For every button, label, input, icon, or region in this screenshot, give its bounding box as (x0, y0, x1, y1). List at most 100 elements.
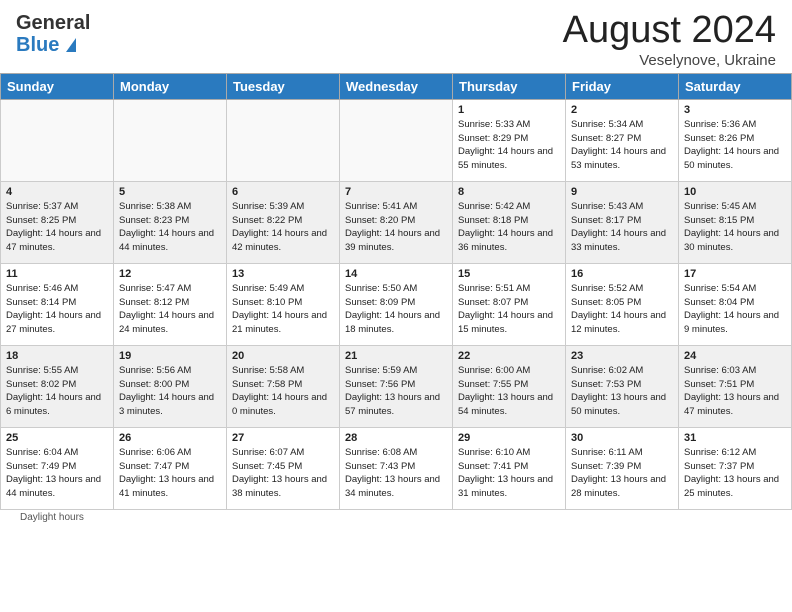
day-info: Sunrise: 5:54 AM Sunset: 8:04 PM Dayligh… (684, 282, 786, 337)
table-row: 11 Sunrise: 5:46 AM Sunset: 8:14 PM Dayli… (1, 263, 114, 345)
table-row: 21Sunrise: 5:59 AM Sunset: 7:56 PM Dayli… (340, 345, 453, 427)
day-info: Sunrise: 5:51 AM Sunset: 8:07 PM Dayligh… (458, 282, 560, 337)
day-info: Sunrise: 6:12 AM Sunset: 7:37 PM Dayligh… (684, 446, 786, 501)
day-number: 15 (458, 268, 560, 280)
table-row: 16 Sunrise: 5:52 AM Sunset: 8:05 PM Dayli… (566, 263, 679, 345)
calendar-table: Sunday Monday Tuesday Wednesday Thursday… (0, 73, 792, 510)
day-info: Sunrise: 6:02 AM Sunset: 7:53 PM Dayligh… (571, 364, 673, 419)
day-number: 29 (458, 432, 560, 444)
day-number: 9 (571, 186, 673, 198)
day-info: Sunrise: 6:07 AM Sunset: 7:45 PM Dayligh… (232, 446, 334, 501)
calendar-week-row: 4Sunrise: 5:37 AM Sunset: 8:25 PM Daylig… (1, 181, 792, 263)
page-header: General Blue August 2024 Veselynove, Ukr… (0, 0, 792, 73)
logo-general: General (16, 12, 90, 34)
day-info: Sunrise: 5:56 AM Sunset: 8:00 PM Dayligh… (119, 364, 221, 419)
table-row: 31 Sunrise: 6:12 AM Sunset: 7:37 PM Dayli… (679, 427, 792, 509)
day-number: 10 (684, 186, 786, 198)
table-row: 18 Sunrise: 5:55 AM Sunset: 8:02 PM Dayli… (1, 345, 114, 427)
footer: Daylight hours (0, 510, 792, 525)
day-number: 16 (571, 268, 673, 280)
table-row: 6Sunrise: 5:39 AM Sunset: 8:22 PM Daylig… (227, 181, 340, 263)
day-number: 19 (119, 350, 221, 362)
table-row (114, 99, 227, 181)
table-row: 14 Sunrise: 5:50 AM Sunset: 8:09 PM Dayli… (340, 263, 453, 345)
header-monday: Monday (114, 73, 227, 99)
table-row: 27 Sunrise: 6:07 AM Sunset: 7:45 PM Dayli… (227, 427, 340, 509)
day-number: 11 (6, 268, 108, 280)
table-row: 30 Sunrise: 6:11 AM Sunset: 7:39 PM Dayli… (566, 427, 679, 509)
day-info: Sunrise: 5:45 AM Sunset: 8:15 PM Dayligh… (684, 200, 786, 255)
day-number: 23 (571, 350, 673, 362)
day-number: 1 (458, 104, 560, 116)
day-info: Sunrise: 5:46 AM Sunset: 8:14 PM Dayligh… (6, 282, 108, 337)
header-saturday: Saturday (679, 73, 792, 99)
day-number: 4 (6, 186, 108, 198)
table-row (340, 99, 453, 181)
day-number: 14 (345, 268, 447, 280)
calendar-header-row: Sunday Monday Tuesday Wednesday Thursday… (1, 73, 792, 99)
day-info: Sunrise: 5:47 AM Sunset: 8:12 PM Dayligh… (119, 282, 221, 337)
day-info: Sunrise: 5:41 AM Sunset: 8:20 PM Dayligh… (345, 200, 447, 255)
day-info: Sunrise: 5:34 AM Sunset: 8:27 PM Dayligh… (571, 118, 673, 173)
logo: General Blue (16, 10, 90, 56)
day-number: 7 (345, 186, 447, 198)
day-info: Sunrise: 5:36 AM Sunset: 8:26 PM Dayligh… (684, 118, 786, 173)
day-number: 12 (119, 268, 221, 280)
header-sunday: Sunday (1, 73, 114, 99)
header-friday: Friday (566, 73, 679, 99)
header-wednesday: Wednesday (340, 73, 453, 99)
day-info: Sunrise: 5:39 AM Sunset: 8:22 PM Dayligh… (232, 200, 334, 255)
day-number: 25 (6, 432, 108, 444)
calendar-week-row: 18 Sunrise: 5:55 AM Sunset: 8:02 PM Dayli… (1, 345, 792, 427)
calendar-week-row: 11 Sunrise: 5:46 AM Sunset: 8:14 PM Dayli… (1, 263, 792, 345)
day-info: Sunrise: 5:42 AM Sunset: 8:18 PM Dayligh… (458, 200, 560, 255)
day-info: Sunrise: 6:04 AM Sunset: 7:49 PM Dayligh… (6, 446, 108, 501)
day-number: 30 (571, 432, 673, 444)
calendar-week-row: 25 Sunrise: 6:04 AM Sunset: 7:49 PM Dayli… (1, 427, 792, 509)
day-number: 2 (571, 104, 673, 116)
table-row: 25 Sunrise: 6:04 AM Sunset: 7:49 PM Dayli… (1, 427, 114, 509)
table-row: 12 Sunrise: 5:47 AM Sunset: 8:12 PM Dayli… (114, 263, 227, 345)
table-row: 23 Sunrise: 6:02 AM Sunset: 7:53 PM Dayli… (566, 345, 679, 427)
day-number: 22 (458, 350, 560, 362)
table-row: 28Sunrise: 6:08 AM Sunset: 7:43 PM Dayli… (340, 427, 453, 509)
day-info: Sunrise: 6:03 AM Sunset: 7:51 PM Dayligh… (684, 364, 786, 419)
table-row: 19 Sunrise: 5:56 AM Sunset: 8:00 PM Dayli… (114, 345, 227, 427)
table-row: 29 Sunrise: 6:10 AM Sunset: 7:41 PM Dayli… (453, 427, 566, 509)
header-thursday: Thursday (453, 73, 566, 99)
day-number: 8 (458, 186, 560, 198)
day-info: Sunrise: 5:58 AM Sunset: 7:58 PM Dayligh… (232, 364, 334, 419)
day-number: 27 (232, 432, 334, 444)
day-number: 24 (684, 350, 786, 362)
month-title: August 2024 (563, 10, 776, 52)
day-info: Sunrise: 5:33 AM Sunset: 8:29 PM Dayligh… (458, 118, 560, 173)
day-info: Sunrise: 5:38 AM Sunset: 8:23 PM Dayligh… (119, 200, 221, 255)
day-number: 18 (6, 350, 108, 362)
table-row: 1 Sunrise: 5:33 AM Sunset: 8:29 PM Daylig… (453, 99, 566, 181)
day-number: 31 (684, 432, 786, 444)
day-info: Sunrise: 6:11 AM Sunset: 7:39 PM Dayligh… (571, 446, 673, 501)
table-row: 5 Sunrise: 5:38 AM Sunset: 8:23 PM Daylig… (114, 181, 227, 263)
day-number: 5 (119, 186, 221, 198)
day-info: Sunrise: 5:52 AM Sunset: 8:05 PM Dayligh… (571, 282, 673, 337)
logo-blue: Blue (16, 34, 90, 56)
day-number: 13 (232, 268, 334, 280)
table-row (227, 99, 340, 181)
table-row: 24 Sunrise: 6:03 AM Sunset: 7:51 PM Dayli… (679, 345, 792, 427)
day-info: Sunrise: 6:06 AM Sunset: 7:47 PM Dayligh… (119, 446, 221, 501)
day-info: Sunrise: 5:59 AM Sunset: 7:56 PM Dayligh… (345, 364, 447, 419)
day-number: 26 (119, 432, 221, 444)
table-row: 17Sunrise: 5:54 AM Sunset: 8:04 PM Dayli… (679, 263, 792, 345)
logo-triangle-icon (66, 38, 76, 52)
day-info: Sunrise: 6:00 AM Sunset: 7:55 PM Dayligh… (458, 364, 560, 419)
header-tuesday: Tuesday (227, 73, 340, 99)
table-row: 4Sunrise: 5:37 AM Sunset: 8:25 PM Daylig… (1, 181, 114, 263)
day-info: Sunrise: 5:50 AM Sunset: 8:09 PM Dayligh… (345, 282, 447, 337)
day-info: Sunrise: 6:10 AM Sunset: 7:41 PM Dayligh… (458, 446, 560, 501)
day-info: Sunrise: 5:55 AM Sunset: 8:02 PM Dayligh… (6, 364, 108, 419)
table-row: 8 Sunrise: 5:42 AM Sunset: 8:18 PM Daylig… (453, 181, 566, 263)
day-number: 28 (345, 432, 447, 444)
table-row: 3Sunrise: 5:36 AM Sunset: 8:26 PM Daylig… (679, 99, 792, 181)
table-row: 15 Sunrise: 5:51 AM Sunset: 8:07 PM Dayli… (453, 263, 566, 345)
day-number: 20 (232, 350, 334, 362)
